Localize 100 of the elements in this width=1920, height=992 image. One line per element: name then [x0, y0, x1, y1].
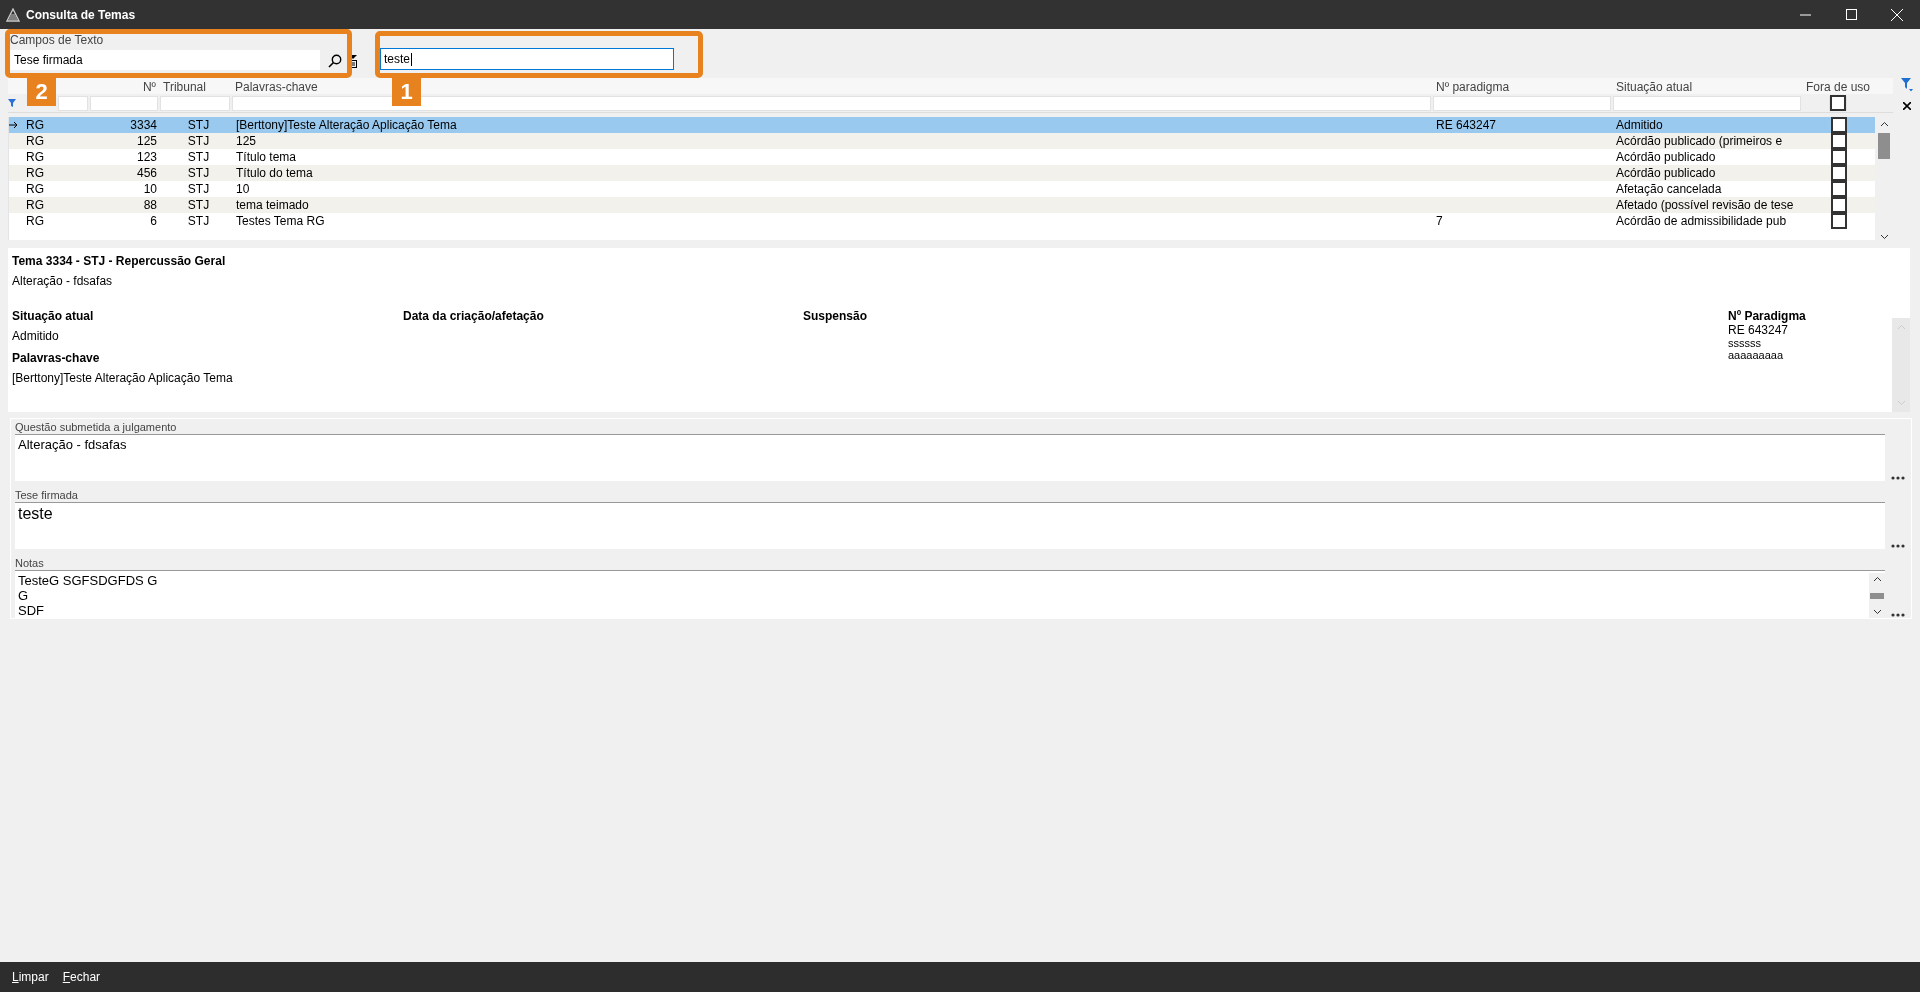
- table-row[interactable]: RG 3334 STJ [Berttony]Teste Alteração Aplicação Tema RE 643247 Admitido: [9, 117, 1875, 133]
- table-row[interactable]: RG 123 STJ Título tema Acórdão publicado: [9, 149, 1875, 165]
- scroll-down-icon[interactable]: [1879, 234, 1889, 240]
- table-cell-text: tema teimado: [235, 198, 309, 212]
- close-icon[interactable]: [1891, 8, 1903, 21]
- scroll-thumb[interactable]: [1878, 133, 1890, 159]
- table-row[interactable]: RG 10 STJ 10 Afetação cancelada: [9, 181, 1875, 197]
- checkbox[interactable]: [1831, 149, 1847, 165]
- filter-icon[interactable]: [8, 99, 16, 107]
- filter-field[interactable]: [1433, 95, 1611, 111]
- table-cell-text: 123: [135, 150, 158, 164]
- checkbox[interactable]: [1831, 213, 1847, 229]
- checkbox[interactable]: [1830, 95, 1846, 111]
- theme-title: Tema 3334 - STJ - Repercussão Geral: [12, 254, 227, 268]
- callout-badge: 2: [27, 78, 56, 106]
- window-title: Consulta de Temas: [26, 7, 136, 22]
- field-label: Suspensão: [803, 309, 869, 323]
- table-row[interactable]: RG 6 STJ Testes Tema RG 7 Acórdão de admissibilidade pub: [9, 213, 1875, 229]
- checkbox[interactable]: [1831, 117, 1847, 133]
- field-value: [Berttony]Teste Alteração Aplicação Tema: [12, 371, 234, 385]
- table-cell-text: STJ: [186, 134, 210, 148]
- table-cell-text: RG: [25, 134, 44, 148]
- table-row[interactable]: RG 456 STJ Título do tema Acórdão publicado: [9, 165, 1875, 181]
- scroll-thumb[interactable]: [1870, 592, 1884, 599]
- minimize-icon[interactable]: [1799, 13, 1811, 16]
- search-icon[interactable]: [328, 54, 342, 68]
- memo-text: teste: [18, 505, 54, 523]
- checkbox[interactable]: [1831, 197, 1847, 213]
- column-header[interactable]: Situação atual: [1613, 80, 1693, 94]
- table-cell-text: STJ: [186, 182, 210, 196]
- table-cell-text: Admitido: [1615, 118, 1663, 132]
- search-field[interactable]: teste: [380, 48, 674, 70]
- table-cell-text: STJ: [186, 166, 210, 180]
- field-value: ssssss: [1728, 337, 1762, 349]
- table-cell-text: 456: [135, 166, 158, 180]
- column-header[interactable]: Tribunal: [160, 80, 206, 94]
- clear-filter-icon[interactable]: [1902, 102, 1911, 110]
- maximize-icon[interactable]: [1845, 9, 1857, 20]
- column-header[interactable]: Palavras-chave: [232, 80, 318, 94]
- text-field-selector[interactable]: Tese firmada: [10, 50, 320, 70]
- ellipsis-icon[interactable]: [1891, 544, 1905, 548]
- table-cell-text: 88: [142, 198, 158, 212]
- scrollbar[interactable]: [1869, 573, 1885, 618]
- field-label: Notas: [15, 557, 45, 569]
- text-area[interactable]: Alteração - fdsafas: [15, 434, 1885, 481]
- table-cell-text: RG: [25, 182, 44, 196]
- table-cell-text: 10: [142, 182, 158, 196]
- callout-badge: 1: [392, 78, 421, 106]
- memo-text: SDF: [18, 603, 45, 618]
- table-row[interactable]: RG 88 STJ tema teimado Afetado (possível revisão de tese: [9, 197, 1875, 213]
- field-label: Campos de Texto: [10, 33, 105, 47]
- table-cell-text: RG: [25, 118, 44, 132]
- table-cell-text: Acórdão publicado (primeiros e: [1615, 134, 1783, 148]
- table-cell-text: 10: [235, 182, 250, 196]
- table-cell-text: STJ: [186, 150, 210, 164]
- table-cell-text: 3334: [129, 118, 158, 132]
- filter-field[interactable]: [1613, 95, 1801, 111]
- footer-button[interactable]: Fechar: [62, 970, 101, 984]
- field-value: Admitido: [12, 329, 60, 343]
- scroll-up-icon[interactable]: [1872, 576, 1882, 582]
- column-header[interactable]: Nº: [139, 80, 160, 94]
- filter-field[interactable]: [58, 95, 88, 111]
- footer-button[interactable]: Limpar: [12, 970, 49, 984]
- table-cell-text: STJ: [186, 214, 210, 228]
- filter-icon[interactable]: [1900, 78, 1913, 92]
- checkbox[interactable]: [1831, 133, 1847, 149]
- memo-text: Alteração - fdsafas: [18, 437, 128, 452]
- filter-field[interactable]: [160, 95, 230, 111]
- table-cell-text: Acórdão publicado: [1615, 150, 1716, 164]
- text-area[interactable]: TesteG SGFSDGFDS G G SDF: [15, 570, 1885, 618]
- scroll-down-icon[interactable]: [1872, 609, 1882, 615]
- filter-field[interactable]: [90, 95, 158, 111]
- table-cell-text: Afetação cancelada: [1615, 182, 1722, 196]
- memo-text: G: [18, 588, 30, 603]
- app-logo-icon: [6, 7, 20, 22]
- memo-text: TesteG SGFSDGFDS G: [18, 573, 159, 588]
- checkbox[interactable]: [1831, 165, 1847, 181]
- theme-subtitle: Alteração - fdsafas: [12, 274, 114, 288]
- table-cell-text: RG: [25, 150, 44, 164]
- field-label: Tese firmada: [15, 489, 79, 501]
- table-cell-text: 6: [149, 214, 158, 228]
- column-header[interactable]: Fora de uso: [1803, 80, 1871, 94]
- field-label: Data da criação/afetação: [403, 309, 545, 323]
- checkbox[interactable]: [1831, 181, 1847, 197]
- table-cell-text: Acórdão publicado: [1615, 166, 1716, 180]
- ellipsis-icon[interactable]: [1891, 613, 1905, 617]
- table-cell-text: 125: [135, 134, 158, 148]
- field-value: RE 643247: [1728, 323, 1790, 337]
- table-cell-text: Acórdão de admissibilidade pub: [1615, 214, 1787, 228]
- text-area[interactable]: teste: [15, 502, 1885, 549]
- current-row-arrow-icon: [9, 121, 18, 129]
- table-cell-text: STJ: [186, 118, 210, 132]
- column-header[interactable]: Nº paradigma: [1433, 80, 1510, 94]
- table-cell-text: Testes Tema RG: [235, 214, 325, 228]
- table-row[interactable]: RG 125 STJ 125 Acórdão publicado (primeiros e: [9, 133, 1875, 149]
- table-cell-text: Título do tema: [235, 166, 313, 180]
- ellipsis-icon[interactable]: [1891, 476, 1905, 480]
- scroll-up-icon[interactable]: [1879, 121, 1889, 127]
- table-cell-text: [Berttony]Teste Alteração Aplicação Tema: [235, 118, 457, 132]
- table-cell-text: 7: [1435, 214, 1443, 228]
